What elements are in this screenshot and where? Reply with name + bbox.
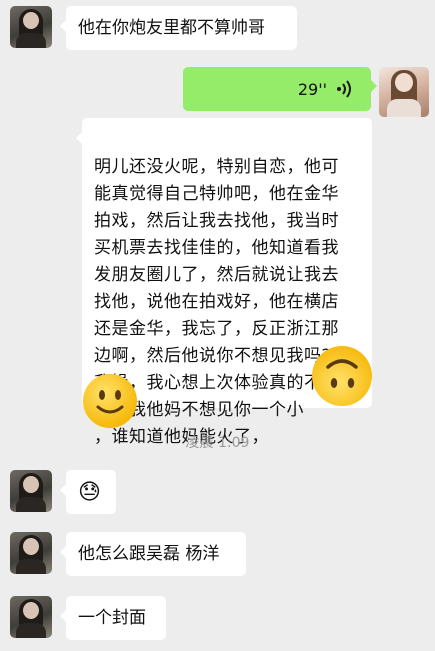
avatar-left[interactable] xyxy=(10,532,52,574)
avatar-right[interactable] xyxy=(379,67,429,117)
voice-message-bubble[interactable]: 29'' xyxy=(183,67,377,111)
emoji-message-bubble[interactable]: 😓 xyxy=(60,470,116,514)
message-bubble-1[interactable]: 他在你炮友里都不算帅哥 xyxy=(60,6,297,50)
sweat-face-emoji: 😓 xyxy=(78,480,101,505)
voice-wave-icon xyxy=(337,80,351,98)
message-bubble-4[interactable]: 一个封面 xyxy=(60,596,166,640)
message-text: 他怎么跟吴磊 杨洋 xyxy=(78,544,220,564)
message-text: 一个封面 xyxy=(78,608,146,628)
upside-down-face-emoji xyxy=(312,346,372,406)
avatar-left[interactable] xyxy=(10,596,52,638)
smiling-face-emoji xyxy=(83,374,137,428)
avatar-left[interactable] xyxy=(10,470,52,512)
message-bubble-3[interactable]: 他怎么跟吴磊 杨洋 xyxy=(60,532,246,576)
timestamp: 凌晨 1:09 xyxy=(185,435,250,451)
message-text: 他在你炮友里都不算帅哥 xyxy=(78,18,265,38)
voice-duration: 29'' xyxy=(297,80,327,99)
avatar-left[interactable] xyxy=(10,6,52,48)
